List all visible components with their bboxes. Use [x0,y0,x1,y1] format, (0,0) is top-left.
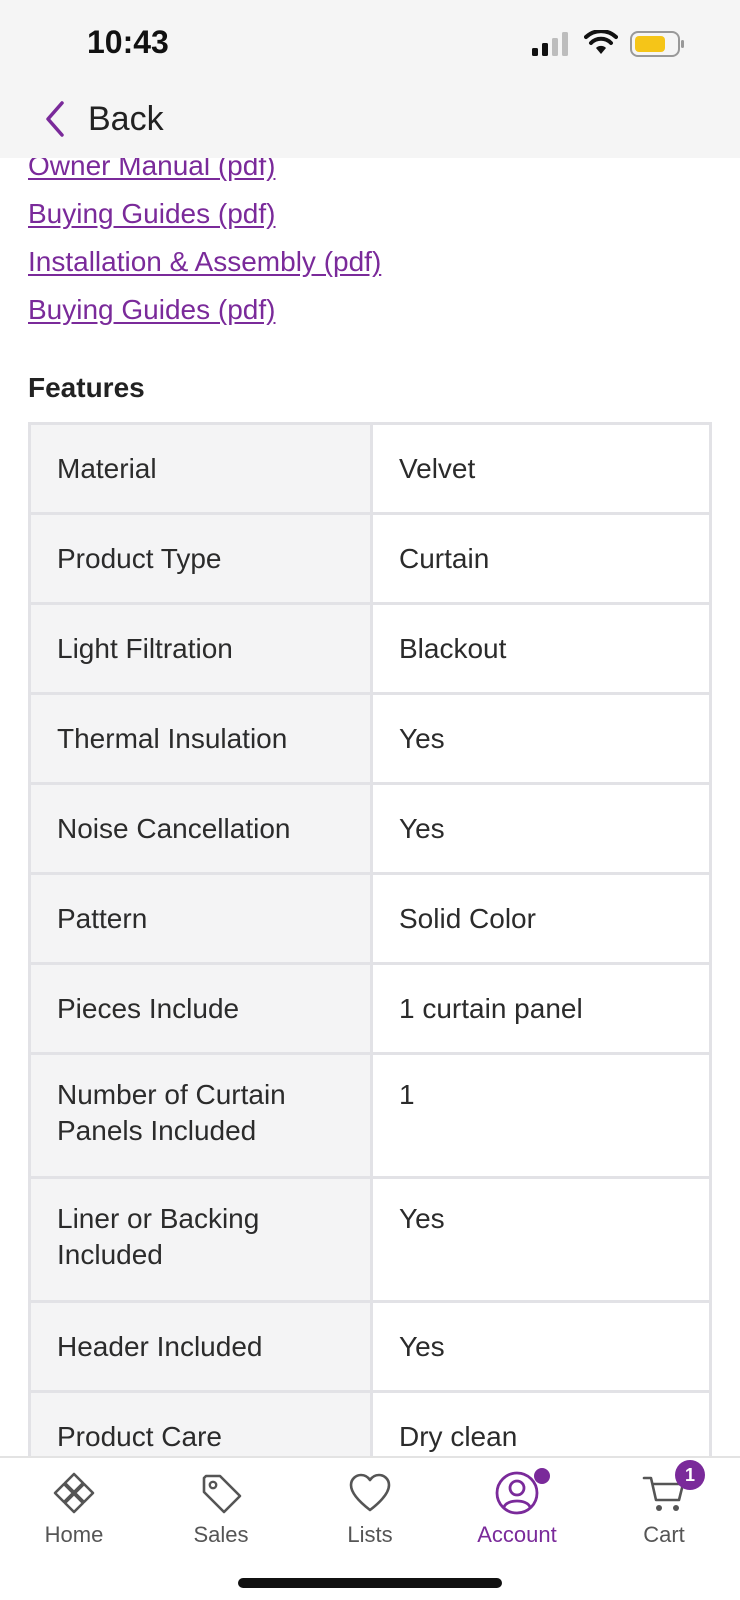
feature-label: Pieces Include [28,962,373,1055]
feature-value: 1 [370,1052,712,1179]
feature-value: 1 curtain panel [370,962,712,1055]
back-label: Back [88,99,164,138]
tab-sales-label: Sales [193,1522,249,1547]
tab-account[interactable]: Account [457,1468,577,1560]
tab-home[interactable]: Home [14,1470,134,1560]
table-row: Number of Curtain Panels Included 1 [28,1052,712,1179]
feature-label: Light Filtration [28,602,373,695]
feature-value: Solid Color [370,872,712,965]
battery-icon [630,31,684,57]
feature-value: Yes [370,782,712,875]
feature-value: Yes [370,692,712,785]
chevron-left-icon [46,101,64,137]
table-row: Material Velvet [28,422,712,515]
buying-guides-link[interactable]: Buying Guides (pdf) [28,196,708,244]
tag-icon [202,1474,242,1514]
tab-cart[interactable]: 1 Cart [604,1460,724,1560]
status-time: 10:43 [87,24,169,60]
feature-value: Curtain [370,512,712,605]
product-details-content[interactable]: Owner Manual (pdf) Buying Guides (pdf) I… [0,158,740,1456]
home-indicator [238,1578,502,1588]
table-row: Liner or Backing Included Yes [28,1176,712,1303]
feature-label: Liner or Backing Included [28,1176,373,1303]
feature-label: Number of Curtain Panels Included [28,1052,373,1179]
table-row: Noise Cancellation Yes [28,782,712,875]
cart-count-badge: 1 [675,1460,705,1490]
home-icon [53,1472,95,1514]
table-row: Product Type Curtain [28,512,712,605]
tab-home-label: Home [44,1522,104,1547]
document-links: Owner Manual (pdf) Buying Guides (pdf) I… [28,158,708,340]
status-bar: 10:43 [0,0,740,80]
feature-value: Yes [370,1176,712,1303]
table-row: Light Filtration Blackout [28,602,712,695]
account-icon-wrapper [494,1468,550,1516]
feature-label: Material [28,422,373,515]
cart-icon-wrapper: 1 [641,1460,705,1516]
feature-label: Product Type [28,512,373,605]
tab-lists-label: Lists [347,1522,393,1547]
feature-value: Yes [370,1300,712,1393]
features-table: Material Velvet Product Type Curtain Lig… [28,422,712,1456]
feature-value: Blackout [370,602,712,695]
wifi-icon [584,30,618,54]
installation-assembly-link[interactable]: Installation & Assembly (pdf) [28,244,708,292]
navigation-bar: Back [0,80,740,158]
table-row: Pattern Solid Color [28,872,712,965]
cellular-signal-icon [532,32,568,56]
table-row: Thermal Insulation Yes [28,692,712,785]
feature-value: Dry clean [370,1390,712,1456]
table-row: Pieces Include 1 curtain panel [28,962,712,1055]
tab-account-label: Account [477,1522,557,1547]
heart-icon [349,1473,391,1512]
table-row: Header Included Yes [28,1300,712,1393]
tab-cart-label: Cart [643,1522,685,1547]
notification-dot [534,1468,550,1484]
feature-value: Velvet [370,422,712,515]
features-heading: Features [28,372,145,403]
feature-label: Header Included [28,1300,373,1393]
feature-label: Noise Cancellation [28,782,373,875]
buying-guides-link-2[interactable]: Buying Guides (pdf) [28,292,708,340]
feature-label: Thermal Insulation [28,692,373,785]
feature-label: Pattern [28,872,373,965]
owner-manual-link[interactable]: Owner Manual (pdf) [28,158,708,196]
table-row: Product Care Dry clean [28,1390,712,1456]
back-button[interactable]: Back [40,94,164,144]
tab-lists[interactable]: Lists [310,1470,430,1560]
tab-sales[interactable]: Sales [161,1470,281,1560]
feature-label: Product Care [28,1390,373,1456]
